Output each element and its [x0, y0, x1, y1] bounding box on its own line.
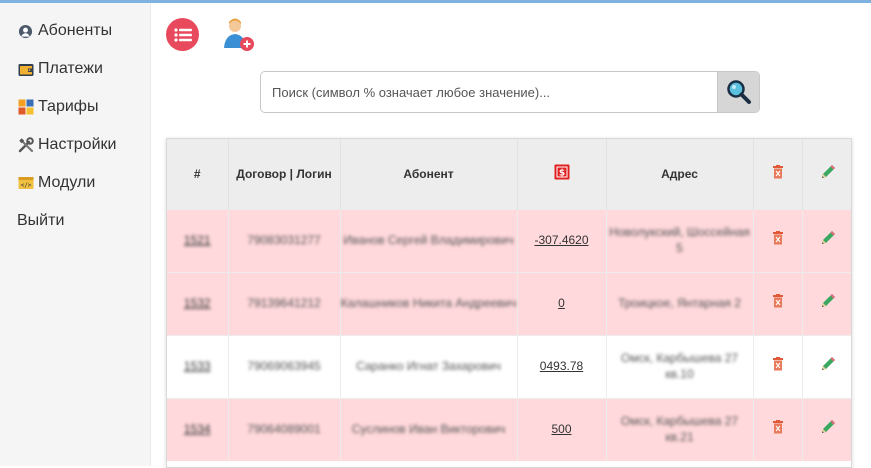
- money-icon: $: [554, 164, 569, 180]
- sidebar: Абоненты Платежи Тарифы Настройки </> Мо…: [0, 3, 151, 466]
- row-address: Омск, Карбышева 27 кв.10: [620, 350, 739, 381]
- trash-icon: [772, 357, 783, 371]
- sidebar-item-label: Абоненты: [38, 22, 113, 39]
- add-user-button[interactable]: [221, 16, 257, 52]
- delete-button[interactable]: [772, 294, 784, 308]
- sidebar-item-settings[interactable]: Настройки: [17, 133, 116, 157]
- add-user-icon: [224, 18, 254, 51]
- row-subscriber-name: Саранко Игнат Захарович: [356, 358, 501, 373]
- trash-icon: [772, 420, 783, 434]
- delete-button[interactable]: [772, 357, 784, 371]
- row-address: Новолукский, Шоссейная 5: [609, 224, 750, 255]
- row-subscriber-name: Суслинов Иван Викторович: [351, 421, 506, 436]
- search-bar: [260, 71, 760, 113]
- row-address: Омск, Карбышева 27 кв.21: [620, 414, 739, 444]
- search-button[interactable]: [717, 72, 759, 112]
- edit-button[interactable]: [820, 356, 836, 372]
- sidebar-item-label: Выйти: [17, 212, 65, 229]
- edit-button[interactable]: [820, 230, 836, 246]
- delete-button[interactable]: [772, 420, 784, 434]
- row-balance-link[interactable]: 0493.78: [540, 359, 583, 373]
- tools-icon: [17, 137, 34, 154]
- magnifier-icon: [726, 80, 751, 104]
- col-header-contract[interactable]: Договор | Логин: [228, 139, 341, 209]
- sidebar-item-label: Модули: [38, 174, 96, 191]
- row-number-link[interactable]: 1533: [184, 359, 211, 373]
- modules-icon: </>: [17, 175, 34, 192]
- row-subscriber-name: Калашников Никита Андреевич: [340, 295, 517, 310]
- trash-icon: [772, 165, 783, 179]
- row-number-link[interactable]: 1532: [184, 296, 211, 310]
- trash-icon: [772, 294, 783, 308]
- search-input[interactable]: [261, 72, 717, 112]
- col-header-num[interactable]: #: [167, 139, 229, 209]
- pencil-icon: [821, 420, 835, 434]
- pencil-icon: [821, 357, 835, 371]
- row-number-link[interactable]: 1521: [184, 233, 211, 247]
- sidebar-item-modules[interactable]: </> Модули: [17, 171, 95, 195]
- trash-icon: [772, 231, 783, 245]
- row-number-link[interactable]: 1534: [184, 422, 211, 436]
- pencil-icon: [821, 294, 835, 308]
- table-row: 1532 79139641212 Калашников Никита Андре…: [167, 271, 851, 335]
- sidebar-item-tariffs[interactable]: Тарифы: [17, 95, 98, 119]
- table-header-row: # Договор | Логин Абонент $ Адрес: [167, 139, 851, 209]
- col-header-balance[interactable]: $: [517, 139, 607, 209]
- sidebar-item-label: Платежи: [38, 60, 103, 77]
- list-button[interactable]: [166, 18, 199, 51]
- col-header-delete: [753, 139, 803, 209]
- row-login: 79069063945: [247, 358, 321, 373]
- row-balance-link[interactable]: -307.4620: [534, 233, 588, 247]
- sidebar-item-logout[interactable]: Выйти: [17, 209, 64, 233]
- table-row: 1534 79064089001 Суслинов Иван Викторови…: [167, 397, 851, 461]
- table-row: 1533 79069063945 Саранко Игнат Захарович…: [167, 334, 851, 398]
- edit-button[interactable]: [820, 419, 836, 435]
- pencil-icon: [821, 165, 835, 179]
- row-balance-link[interactable]: 500: [551, 422, 571, 436]
- list-icon: [173, 27, 192, 42]
- row-login: 79064089001: [247, 421, 321, 436]
- col-header-subscriber[interactable]: Абонент: [340, 139, 518, 209]
- row-address: Троицкое, Янтарная 2: [618, 295, 741, 310]
- main-content: # Договор | Логин Абонент $ Адрес 15: [151, 3, 871, 468]
- col-header-address[interactable]: Адрес: [606, 139, 754, 209]
- svg-text:$: $: [558, 169, 564, 179]
- table-row: 1521 79083031277 Иванов Сергей Владимиро…: [167, 208, 851, 272]
- sidebar-item-payments[interactable]: Платежи: [17, 57, 103, 81]
- wallet-icon: [17, 61, 34, 78]
- subscribers-table: # Договор | Логин Абонент $ Адрес 1521 7…: [166, 138, 852, 468]
- delete-button[interactable]: [772, 231, 784, 245]
- sidebar-item-label: Настройки: [38, 136, 117, 153]
- edit-button[interactable]: [820, 293, 836, 309]
- row-login: 79083031277: [247, 232, 321, 247]
- sidebar-item-subscribers[interactable]: Абоненты: [17, 19, 112, 43]
- pencil-icon: [821, 231, 835, 245]
- svg-text:</>: </>: [20, 182, 31, 189]
- tariffs-icon: [17, 99, 34, 116]
- row-balance-link[interactable]: 0: [558, 296, 565, 310]
- row-login: 79139641212: [247, 295, 321, 310]
- user-icon: [17, 23, 34, 40]
- col-header-edit: [802, 139, 851, 209]
- row-subscriber-name: Иванов Сергей Владимирович: [343, 232, 514, 247]
- sidebar-item-label: Тарифы: [38, 98, 99, 115]
